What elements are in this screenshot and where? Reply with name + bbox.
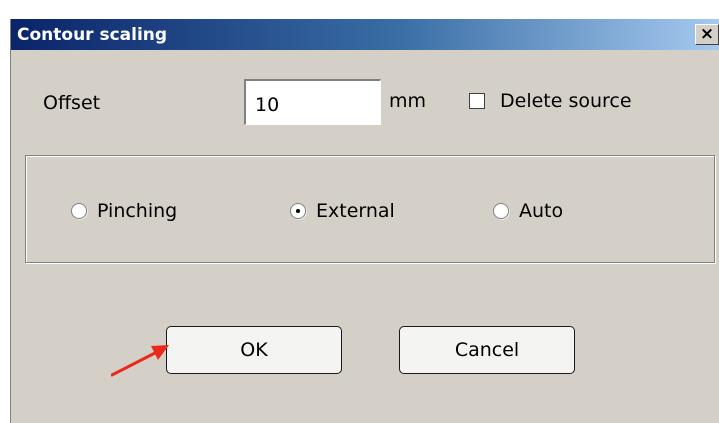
radio-label-pinching[interactable]: Pinching [97,200,177,222]
close-icon: × [699,24,715,44]
contour-scaling-dialog: Contour scaling × Offset mm Delete sourc… [10,19,719,423]
close-button[interactable]: × [695,24,719,45]
radio-label-external[interactable]: External [316,200,395,222]
offset-input[interactable] [244,79,381,125]
delete-source-checkbox[interactable] [469,93,485,109]
red-arrow-icon [111,345,169,377]
dialog-title: Contour scaling [17,25,168,45]
radio-label-auto[interactable]: Auto [519,200,563,222]
radio-button-auto[interactable] [493,203,509,219]
cancel-button[interactable]: Cancel [399,326,575,374]
radio-button-pinching[interactable] [71,203,87,219]
delete-source-label[interactable]: Delete source [500,90,632,112]
title-bar[interactable]: Contour scaling × [11,19,719,50]
ok-button[interactable]: OK [166,326,342,374]
radio-button-external[interactable] [290,203,306,219]
offset-unit-label: mm [389,90,427,112]
offset-label: Offset [43,92,101,114]
radio-selected-dot [296,209,300,213]
